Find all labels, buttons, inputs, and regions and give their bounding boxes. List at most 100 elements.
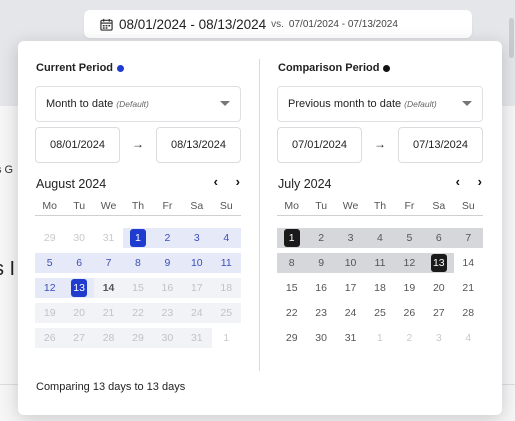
calendar-day[interactable]: 21 xyxy=(454,278,483,298)
calendar-day[interactable]: 1 xyxy=(365,328,394,348)
calendar-day-today[interactable]: 14 xyxy=(93,278,124,298)
calendar-day[interactable]: 5 xyxy=(35,253,65,273)
comparison-start-date-input[interactable]: 07/01/2024 xyxy=(277,127,362,163)
calendar-day[interactable]: 3 xyxy=(424,328,453,348)
calendar-day[interactable]: 17 xyxy=(336,278,365,298)
calendar-day[interactable]: 24 xyxy=(336,303,365,323)
chevron-down-icon xyxy=(220,101,230,106)
calendar-day[interactable]: 14 xyxy=(454,253,483,273)
background-heading-fragment: s I xyxy=(0,258,16,280)
calendar-day[interactable]: 29 xyxy=(277,328,306,348)
calendar-day[interactable]: 6 xyxy=(424,228,454,248)
calendar-day[interactable]: 25 xyxy=(365,303,394,323)
calendar-day[interactable]: 19 xyxy=(35,303,65,323)
calendar-day[interactable]: 18 xyxy=(211,278,241,298)
calendar-day-selected-start[interactable]: 1 xyxy=(123,228,153,248)
calendar-day-selected-end[interactable]: 13 xyxy=(424,253,454,273)
calendar-day[interactable]: 29 xyxy=(123,328,153,348)
current-preset-select[interactable]: Month to date (Default) xyxy=(35,86,241,122)
calendar-day[interactable]: 2 xyxy=(152,228,183,248)
current-period-dot xyxy=(117,64,125,72)
comparison-month-header: July 2024 ‹ › xyxy=(278,174,484,191)
comparison-preset-select[interactable]: Previous month to date (Default) xyxy=(277,86,483,122)
calendar-day[interactable]: 23 xyxy=(306,303,335,323)
calendar-day[interactable]: 31 xyxy=(94,228,123,248)
calendar-day[interactable]: 16 xyxy=(152,278,183,298)
calendar-day[interactable]: 5 xyxy=(394,228,425,248)
calendar-day[interactable]: 20 xyxy=(64,303,94,323)
calendar-day[interactable]: 27 xyxy=(64,328,94,348)
calendar-day[interactable]: 22 xyxy=(123,303,153,323)
calendar-day[interactable]: 8 xyxy=(123,253,153,273)
calendar-day[interactable]: 11 xyxy=(365,253,395,273)
calendar-day[interactable]: 9 xyxy=(306,253,336,273)
calendar-day[interactable]: 12 xyxy=(35,278,65,298)
calendar-day[interactable]: 10 xyxy=(335,253,366,273)
calendar-day[interactable]: 23 xyxy=(152,303,183,323)
calendar-day[interactable]: 30 xyxy=(306,328,335,348)
previous-month-icon[interactable]: ‹ xyxy=(214,174,218,189)
calendar-day[interactable]: 15 xyxy=(277,278,306,298)
calendar-day-selected-start[interactable]: 1 xyxy=(277,228,307,248)
current-date-inputs: 08/01/2024 → 08/13/2024 xyxy=(35,127,241,163)
calendar-day[interactable]: 8 xyxy=(277,253,307,273)
calendar-day[interactable]: 10 xyxy=(182,253,212,273)
calendar-day[interactable]: 12 xyxy=(394,253,425,273)
calendar-day[interactable]: 4 xyxy=(365,228,395,248)
page-scrollbar[interactable] xyxy=(509,18,514,58)
weekday-label: We xyxy=(100,200,117,212)
calendar-day[interactable]: 4 xyxy=(211,228,241,248)
calendar-day[interactable]: 26 xyxy=(395,303,424,323)
calendar-day[interactable]: 31 xyxy=(182,328,212,348)
calendar-day[interactable]: 11 xyxy=(211,253,241,273)
previous-month-icon[interactable]: ‹ xyxy=(456,174,460,189)
weekday-label: Sa xyxy=(190,200,204,212)
calendar-day[interactable]: 31 xyxy=(336,328,365,348)
calendar-day[interactable]: 3 xyxy=(335,228,366,248)
date-range-popover: Current Period Month to date (Default) 0… xyxy=(18,41,502,415)
next-month-icon[interactable]: › xyxy=(478,174,482,189)
calendar-day[interactable]: 26 xyxy=(35,328,65,348)
calendar-day[interactable]: 6 xyxy=(64,253,94,273)
calendar-day[interactable]: 29 xyxy=(35,228,64,248)
calendar-day[interactable]: 2 xyxy=(395,328,424,348)
calendar-day[interactable]: 21 xyxy=(93,303,124,323)
calendar-day[interactable]: 27 xyxy=(424,303,453,323)
calendar-day[interactable]: 16 xyxy=(306,278,335,298)
calendar-day[interactable]: 1 xyxy=(212,328,241,348)
date-range-trigger[interactable]: 08/01/2024 - 08/13/2024 vs. 07/01/2024 -… xyxy=(84,10,472,38)
calendar-day[interactable]: 22 xyxy=(277,303,306,323)
calendar-day[interactable]: 30 xyxy=(152,328,183,348)
calendar-day[interactable]: 20 xyxy=(424,278,453,298)
calendar-day[interactable]: 18 xyxy=(365,278,394,298)
calendar-day[interactable]: 7 xyxy=(93,253,124,273)
calendar-day[interactable]: 9 xyxy=(152,253,183,273)
calendar-day[interactable]: 2 xyxy=(306,228,336,248)
comparison-preset-label: Previous month to date xyxy=(288,98,402,110)
weekday-label: Mo xyxy=(42,200,57,212)
calendar-week: 8 9 10 11 12 13 14 xyxy=(277,253,483,273)
calendar-day[interactable]: 28 xyxy=(454,303,483,323)
calendar-day[interactable]: 30 xyxy=(64,228,93,248)
comparison-period-dot xyxy=(383,64,391,72)
current-preset-label: Month to date xyxy=(46,98,114,110)
calendar-day[interactable]: 19 xyxy=(395,278,424,298)
calendar-day[interactable]: 15 xyxy=(123,278,153,298)
comparison-end-date-input[interactable]: 07/13/2024 xyxy=(398,127,483,163)
calendar-day[interactable]: 24 xyxy=(182,303,212,323)
calendar-day-selected-end[interactable]: 13 xyxy=(64,278,94,298)
next-month-icon[interactable]: › xyxy=(236,174,240,189)
calendar-day[interactable]: 3 xyxy=(182,228,212,248)
calendar-day[interactable]: 7 xyxy=(453,228,483,248)
calendar-day[interactable]: 28 xyxy=(93,328,124,348)
weekday-label: Fr xyxy=(162,200,173,212)
calendar-day[interactable]: 17 xyxy=(182,278,212,298)
calendar-week: 22 23 24 25 26 27 28 xyxy=(277,303,483,323)
weekday-label: Su xyxy=(219,200,233,212)
panel-divider xyxy=(259,59,260,371)
calendar-week: 19 20 21 22 23 24 25 xyxy=(35,303,241,323)
current-end-date-input[interactable]: 08/13/2024 xyxy=(156,127,241,163)
calendar-day[interactable]: 25 xyxy=(211,303,241,323)
calendar-day[interactable]: 4 xyxy=(454,328,483,348)
current-start-date-input[interactable]: 08/01/2024 xyxy=(35,127,120,163)
